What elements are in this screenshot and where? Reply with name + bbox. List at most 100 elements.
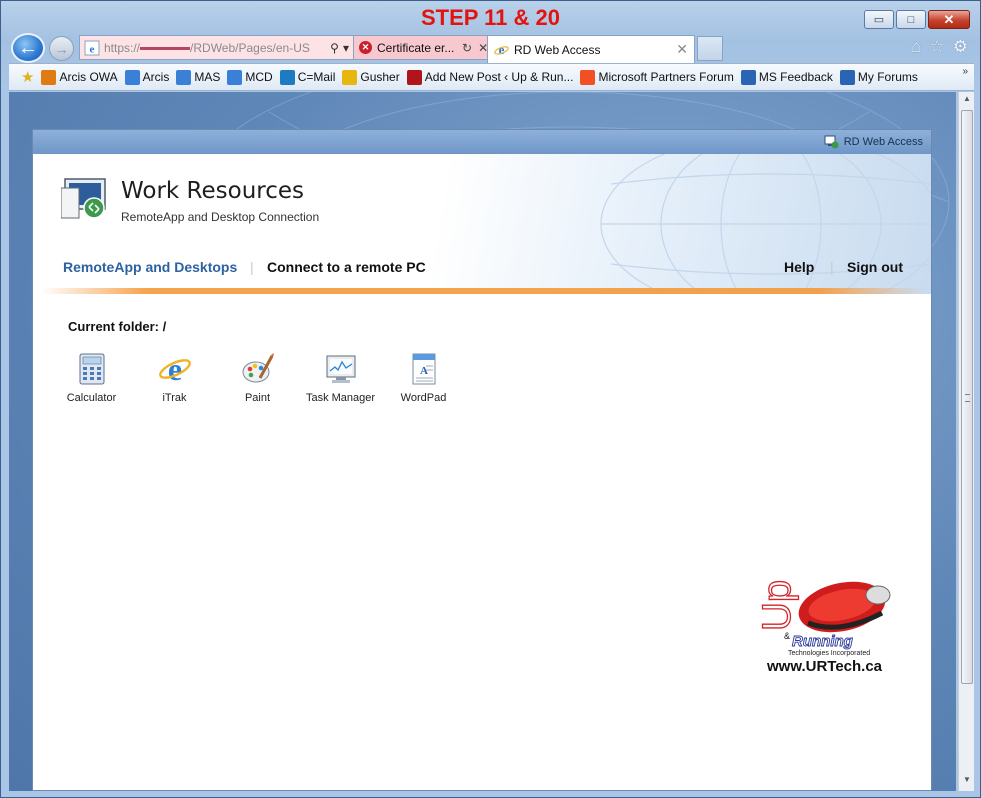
rd-web-access-icon: [824, 135, 839, 149]
favorite-label: C=Mail: [297, 70, 336, 84]
navigation-bar: ← → e https:///RDWeb/Pages/en-US ⚲ ▾ ✕ C…: [9, 33, 974, 63]
favorites-add-icon[interactable]: ★: [21, 68, 34, 86]
minimize-button[interactable]: ▭: [864, 10, 894, 29]
favorite-label: Microsoft Partners Forum: [598, 70, 734, 84]
home-icon[interactable]: ⌂: [911, 37, 921, 57]
favorite-label: MS Feedback: [758, 70, 833, 84]
ie-page-icon: [176, 69, 192, 85]
favorite-item[interactable]: C=Mail: [279, 69, 336, 85]
favorite-label: Gusher: [360, 70, 400, 84]
certificate-error-label: Certificate er...: [377, 40, 455, 55]
tab-rd-web-access[interactable]: e RD Web Access ✕: [487, 35, 695, 63]
help-link[interactable]: Help: [784, 259, 814, 275]
ie-page-icon: [124, 69, 140, 85]
svg-text:Technologies Incorporated: Technologies Incorporated: [788, 650, 870, 657]
page-viewport: RD Web Access Work Resources RemoteApp a…: [9, 92, 956, 791]
calculator-icon: [79, 353, 104, 385]
app-label: Calculator: [66, 392, 117, 404]
address-url[interactable]: https:///RDWeb/Pages/en-US: [104, 41, 330, 55]
svg-text:e: e: [90, 43, 95, 55]
app-itrak[interactable]: e iTrak: [133, 352, 216, 404]
ie-tab-icon: e: [494, 42, 509, 57]
app-task-manager[interactable]: Task Manager: [299, 352, 382, 404]
nav-separator: |: [250, 259, 254, 275]
tab-remoteapp-desktops[interactable]: RemoteApp and Desktops: [63, 259, 237, 275]
app-paint[interactable]: Paint: [216, 352, 299, 404]
scroll-down-arrow[interactable]: ▼: [961, 775, 973, 789]
shield-error-icon: ✕: [359, 41, 372, 54]
favorites-overflow-chevron[interactable]: »: [962, 66, 968, 77]
smiley-icon: [342, 69, 358, 85]
browser-window: STEP 11 & 20 ▭ □ ✕ ← → e https:///RDWeb/…: [0, 0, 981, 798]
close-tab-icon[interactable]: ✕: [676, 41, 688, 58]
favorite-label: MAS: [194, 70, 221, 84]
app-wordpad[interactable]: A WordPad: [382, 352, 465, 404]
logo-url: www.URTech.ca: [767, 658, 883, 675]
task-manager-icon: [326, 355, 355, 383]
svg-text:e: e: [499, 42, 505, 57]
nav-separator: |: [830, 259, 834, 275]
favorite-item[interactable]: My Forums: [839, 69, 918, 85]
favorite-label: Arcis: [142, 70, 170, 84]
rd-header: Work Resources RemoteApp and Desktop Con…: [33, 154, 931, 294]
back-button[interactable]: ←: [11, 33, 45, 63]
svg-text:&: &: [784, 631, 790, 641]
favorites-star-icon[interactable]: ☆: [930, 37, 945, 57]
windows-icon: [580, 69, 596, 85]
favorites-bar: ★ Arcis OWA Arcis MAS MCD C=Mail Gusher Add Ne…: [9, 63, 974, 91]
refresh-icon[interactable]: ↻: [462, 41, 472, 55]
scrollbar-thumb[interactable]: [961, 110, 973, 684]
favorite-item[interactable]: MCD: [227, 69, 273, 85]
search-icon[interactable]: ⚲: [330, 41, 339, 55]
gear-icon[interactable]: ⚙: [953, 37, 968, 57]
rd-nav-menu: RemoteApp and Desktops | Connect to a re…: [33, 255, 931, 281]
app-label: Task Manager: [305, 392, 376, 404]
address-bar[interactable]: e https:///RDWeb/Pages/en-US ⚲ ▾: [79, 35, 354, 60]
scroll-up-arrow[interactable]: ▲: [961, 94, 973, 108]
window-controls: ▭ □ ✕: [862, 10, 970, 29]
ie-page-icon: [227, 69, 243, 85]
svg-text:Running: Running: [792, 633, 853, 650]
favorite-item[interactable]: Add New Post ‹ Up & Run...: [406, 69, 574, 85]
favorite-label: Add New Post ‹ Up & Run...: [424, 70, 574, 84]
panel-title-bar: RD Web Access: [33, 130, 931, 154]
favorite-item[interactable]: Gusher: [342, 69, 400, 85]
panel-title: RD Web Access: [843, 136, 923, 148]
certificate-error-indicator[interactable]: ✕ Certificate er... ↻ ✕: [354, 35, 490, 60]
step-title-overlay: STEP 11 & 20: [420, 5, 560, 30]
svg-text:Up: Up: [760, 580, 799, 631]
close-window-button[interactable]: ✕: [928, 10, 970, 29]
chevron-down-icon[interactable]: ▾: [343, 41, 349, 55]
ie-page-icon: e: [84, 40, 100, 55]
current-folder-label: Current folder: /: [68, 319, 167, 334]
app-label: WordPad: [400, 392, 447, 404]
page-title: Work Resources: [121, 178, 305, 204]
owa-icon: [41, 69, 57, 85]
app-label: Paint: [244, 392, 271, 404]
favorite-item[interactable]: Arcis OWA: [41, 69, 118, 85]
page-subtitle: RemoteApp and Desktop Connection: [121, 210, 320, 224]
favorite-label: My Forums: [857, 70, 918, 84]
favorite-label: Arcis OWA: [59, 70, 118, 84]
favorite-item[interactable]: Arcis: [124, 69, 170, 85]
favorite-item[interactable]: MAS: [176, 69, 221, 85]
favorite-item[interactable]: Microsoft Partners Forum: [580, 69, 734, 85]
app-calculator[interactable]: Calculator: [50, 352, 133, 404]
wordpad-icon: A: [412, 353, 435, 385]
forward-button[interactable]: →: [49, 36, 74, 61]
ie-icon: e: [158, 352, 191, 386]
mail-icon: [279, 69, 295, 85]
sign-out-link[interactable]: Sign out: [847, 259, 903, 275]
rd-web-access-panel: RD Web Access Work Resources RemoteApp a…: [32, 129, 932, 791]
maximize-button[interactable]: □: [896, 10, 926, 29]
tab-connect-remote-pc[interactable]: Connect to a remote PC: [267, 259, 426, 275]
work-resources-icon: [61, 178, 106, 219]
favorite-item[interactable]: MS Feedback: [740, 69, 833, 85]
ms-icon: [839, 69, 855, 85]
svg-text:e: e: [167, 352, 181, 386]
forward-arrow-icon: →: [54, 40, 69, 57]
svg-text:A: A: [420, 365, 428, 377]
new-tab-button[interactable]: [697, 36, 723, 61]
orange-divider: [41, 288, 925, 294]
vertical-scrollbar[interactable]: ▲ ▼: [958, 92, 974, 791]
